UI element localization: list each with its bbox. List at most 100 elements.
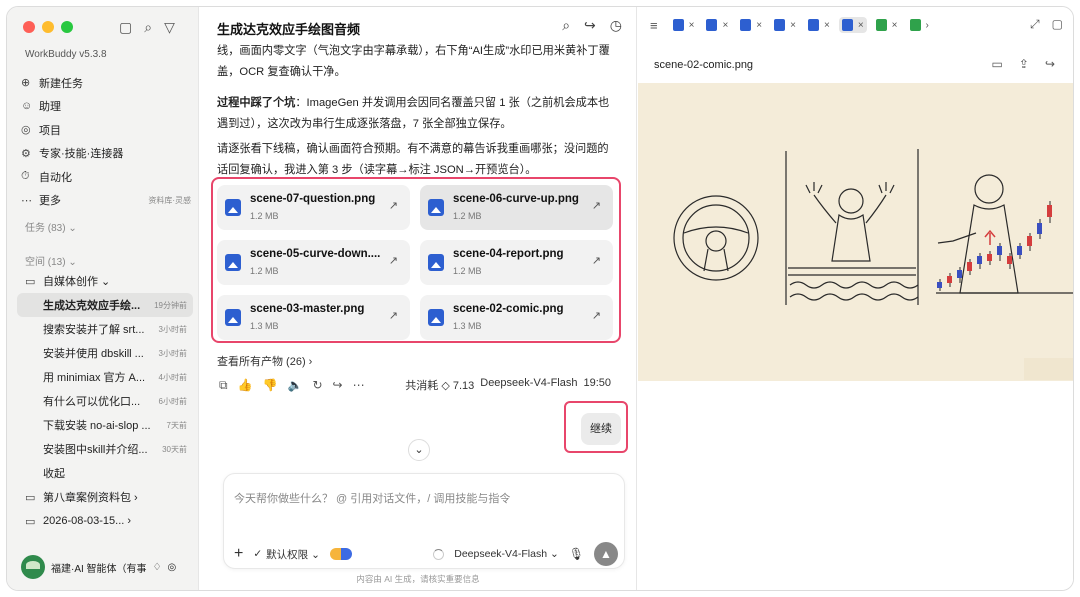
close-icon[interactable]: × <box>858 20 864 31</box>
message-input-box[interactable]: 今天帮你做些什么？ @ 引用对话文件，/ 调用技能与指令 + ✓ 默认权限 ⌄ … <box>223 473 625 569</box>
file-card[interactable]: scene-07-question.png 1.2 MB ↗ <box>217 185 410 230</box>
file-name: scene-05-curve-down.... <box>250 248 381 260</box>
open-arrow-icon[interactable]: ↗ <box>389 199 398 212</box>
file-card[interactable]: scene-03-master.png 1.3 MB ↗ <box>217 295 410 340</box>
copy-icon[interactable]: ⧉ <box>219 378 228 393</box>
message-meta: 共消耗 ◇ 7.13 Deepseek-V4-Flash 19:50 <box>405 377 611 393</box>
space-folder[interactable]: ▭ 第八章案例资料包 › <box>17 485 193 509</box>
thumbs-up-icon[interactable]: 👍 <box>238 378 253 392</box>
open-arrow-icon[interactable]: ↗ <box>592 309 601 322</box>
open-arrow-icon[interactable]: ↗ <box>592 199 601 212</box>
maximize-window-button[interactable] <box>61 21 73 33</box>
spaces-section-label[interactable]: 空间 (13) ⌄ <box>25 253 77 268</box>
file-card[interactable]: scene-02-comic.png 1.3 MB ↗ <box>420 295 613 340</box>
space-item[interactable]: 下载安装 no-ai-slop ... 7天前 <box>17 413 193 437</box>
file-tab[interactable]: × <box>703 17 731 33</box>
settings-icon[interactable]: ◎ <box>168 562 177 573</box>
space-item[interactable]: 用 minimiax 官方 A... 4小时前 <box>17 365 193 389</box>
minimize-window-button[interactable] <box>42 21 54 33</box>
open-arrow-icon[interactable]: ↗ <box>592 254 601 267</box>
continue-button[interactable]: 继续 <box>581 413 621 445</box>
close-icon[interactable]: × <box>892 20 898 31</box>
sidebar-item-label: 自动化 <box>39 171 72 184</box>
open-arrow-icon[interactable]: ↗ <box>389 254 398 267</box>
view-all-artifacts-link[interactable]: 查看所有产物 (26) › <box>217 353 312 369</box>
search-icon[interactable]: ⌕ <box>144 19 152 36</box>
sidebar-item[interactable]: ◎ 项目 <box>21 118 191 142</box>
thumbs-down-icon[interactable]: 👎 <box>263 378 278 392</box>
sidebar-item[interactable]: ☺ 助理 <box>21 95 191 119</box>
space-item[interactable]: 收起 <box>17 461 193 485</box>
tasks-section-label[interactable]: 任务 (83) ⌄ <box>25 219 77 234</box>
file-tab[interactable]: × <box>737 17 765 33</box>
file-size: 1.2 MB <box>250 211 279 221</box>
send-button[interactable]: ▲ <box>594 542 618 566</box>
sidebar-toolbar: ▢ ⌕ ▽ <box>119 19 175 36</box>
file-viewer-panel: ≡ × × × × × × × › ⤢ ▢ scene-02-comic.png ▭ ⇪ ↪ <box>638 7 1073 590</box>
close-icon[interactable]: × <box>756 20 762 31</box>
sidebar-item[interactable]: ⚙ 专家·技能·连接器 <box>21 142 191 166</box>
sidebar-item[interactable]: ⊕ 新建任务 <box>21 71 191 95</box>
message-input[interactable]: 今天帮你做些什么？ @ 引用对话文件，/ 调用技能与指令 <box>234 490 614 506</box>
avatar[interactable] <box>21 555 45 579</box>
file-tab[interactable]: × <box>838 17 867 33</box>
agents-icon[interactable] <box>329 548 352 560</box>
expand-icon[interactable]: ⤢ <box>1030 17 1040 32</box>
search-icon[interactable]: ⌕ <box>562 17 570 34</box>
file-name: scene-07-question.png <box>250 193 376 205</box>
upload-icon[interactable]: ⇪ <box>1019 57 1029 71</box>
microphone-icon[interactable]: 🎙 <box>569 547 584 561</box>
chevron-right-icon[interactable]: › <box>926 20 929 31</box>
space-item[interactable]: 有什么可以优化口... 6小时前 <box>17 389 193 413</box>
space-item[interactable]: 安装并使用 dbskill ... 3小时前 <box>17 341 193 365</box>
close-icon[interactable]: × <box>722 20 728 31</box>
model-select[interactable]: Deepseek-V4-Flash ⌄ <box>454 548 559 560</box>
space-item[interactable]: 安装图中skill并介绍... 30天前 <box>17 437 193 461</box>
permission-select[interactable]: ✓ 默认权限 ⌄ <box>253 547 320 562</box>
add-attachment-button[interactable]: + <box>234 545 243 563</box>
file-tab[interactable]: × <box>670 17 698 33</box>
more-icon[interactable]: ⋯ <box>353 378 365 392</box>
scroll-down-button[interactable]: ⌄ <box>408 439 430 461</box>
bell-icon[interactable]: ♢ <box>153 562 162 573</box>
sidebar-item-label: 项目 <box>39 124 61 137</box>
file-tab[interactable]: × <box>771 17 799 33</box>
space-item[interactable]: 生成达克效应手绘... 19分钟前 <box>17 293 193 317</box>
folder-icon[interactable]: ▭ <box>992 57 1003 71</box>
space-item-time: 3小时前 <box>158 324 187 334</box>
panel-toggle-icon[interactable]: ▢ <box>1052 17 1063 32</box>
close-icon[interactable]: × <box>824 20 830 31</box>
sidebar-item[interactable]: ⋯ 更多 资料库·灵感 <box>21 189 191 213</box>
history-icon[interactable]: ◷ <box>610 17 622 34</box>
space-folder[interactable]: ▭ 2026-08-03-15... › <box>17 509 193 533</box>
file-card[interactable]: scene-06-curve-up.png 1.2 MB ↗ <box>420 185 613 230</box>
close-window-button[interactable] <box>23 21 35 33</box>
space-item-label: 安装并使用 dbskill ... <box>43 348 144 360</box>
speaker-icon[interactable]: 🔈 <box>287 378 302 392</box>
space-item[interactable]: 搜索安装并了解 srt... 3小时前 <box>17 317 193 341</box>
space-folder[interactable]: ▭ 自媒体创作 ⌄ <box>17 269 193 293</box>
plus-circle-icon: ⊕ <box>21 77 31 90</box>
close-icon[interactable]: × <box>689 20 695 31</box>
share-icon[interactable]: ↪ <box>584 17 596 34</box>
user-bar[interactable]: 福建·AI 智能体（有事 ♢ ◎ <box>21 555 176 579</box>
file-card[interactable]: scene-05-curve-down.... 1.2 MB ↗ <box>217 240 410 285</box>
image-file-icon <box>225 254 241 271</box>
sidebar-item-label: 助理 <box>39 101 61 114</box>
file-card[interactable]: scene-04-report.png 1.2 MB ↗ <box>420 240 613 285</box>
filter-icon[interactable]: ▽ <box>164 19 175 36</box>
comic-illustration <box>638 83 1073 381</box>
menu-icon[interactable]: ≡ <box>650 18 658 33</box>
file-tab[interactable]: × <box>805 17 833 33</box>
share-icon[interactable]: ↪ <box>1045 57 1055 71</box>
open-arrow-icon[interactable]: ↗ <box>389 309 398 322</box>
file-tab[interactable]: × <box>873 17 901 33</box>
sidebar-item[interactable]: ⏱ 自动化 <box>21 165 191 189</box>
image-file-icon <box>909 19 921 31</box>
retry-icon[interactable]: ↻ <box>312 378 322 392</box>
share-icon[interactable]: ↪ <box>333 378 343 392</box>
automation-icon: ⏱ <box>21 170 30 183</box>
sidebar-toggle-icon[interactable]: ▢ <box>119 19 132 36</box>
close-icon[interactable]: × <box>790 20 796 31</box>
file-tab[interactable]: › <box>907 17 932 33</box>
